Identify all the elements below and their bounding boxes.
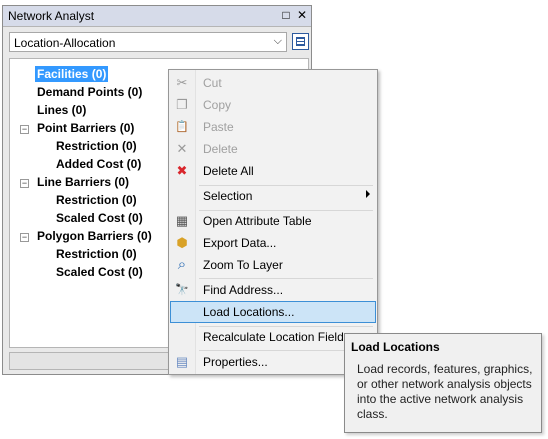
binoculars-icon: 🔭: [175, 284, 189, 296]
menu-item-zoom-to-layer[interactable]: ⌕ Zoom To Layer: [170, 254, 376, 276]
zoom-icon: ⌕: [177, 256, 187, 273]
menu-item-label: Find Address...: [203, 283, 284, 297]
tree-item-line-scaled-cost[interactable]: Scaled Cost (0): [56, 210, 143, 226]
tree-item-lines[interactable]: Lines (0): [37, 102, 86, 118]
export-icon: ⬢: [176, 235, 188, 250]
menu-item-label: Zoom To Layer: [203, 258, 283, 272]
tree-item-line-barriers[interactable]: Line Barriers (0): [37, 174, 129, 190]
menu-item-cut[interactable]: ✂ Cut: [170, 72, 376, 94]
cut-icon: ✂: [176, 75, 188, 90]
collapse-point-barriers-icon[interactable]: −: [20, 125, 29, 134]
tree-item-demand-points[interactable]: Demand Points (0): [37, 84, 142, 100]
close-icon[interactable]: ✕: [295, 8, 309, 22]
collapse-line-barriers-icon[interactable]: −: [20, 179, 29, 188]
tooltip-title: Load Locations: [351, 340, 440, 354]
delete-icon: ✕: [176, 141, 188, 156]
tree-item-point-added-cost[interactable]: Added Cost (0): [56, 156, 141, 172]
chevron-down-icon: ⌵: [273, 35, 282, 47]
menu-item-load-locations[interactable]: Load Locations...: [170, 301, 376, 323]
menu-item-label: Load Locations...: [203, 305, 295, 319]
window-title-bar[interactable]: Network Analyst □ ✕: [3, 6, 311, 27]
table-icon: ▦: [175, 213, 189, 228]
analysis-properties-button[interactable]: [292, 33, 309, 50]
load-locations-tooltip: Load Locations Load records, features, g…: [344, 333, 542, 433]
submenu-arrow-icon: [366, 190, 370, 198]
menu-item-open-attribute-table[interactable]: ▦ Open Attribute Table: [170, 210, 376, 232]
menu-item-label: Properties...: [203, 355, 268, 369]
menu-item-label: Recalculate Location Fields: [203, 330, 350, 344]
tree-item-point-barriers[interactable]: Point Barriers (0): [37, 120, 134, 136]
analysis-layer-select[interactable]: Location-Allocation ⌵: [9, 32, 287, 52]
menu-item-label: Delete: [203, 142, 238, 156]
menu-item-find-address[interactable]: 🔭 Find Address...: [170, 279, 376, 301]
tooltip-body: Load records, features, graphics, or oth…: [357, 362, 533, 421]
menu-item-label: Cut: [203, 76, 222, 90]
tree-item-polygon-restriction[interactable]: Restriction (0): [56, 246, 137, 262]
menu-item-label: Selection: [203, 189, 253, 203]
restore-icon[interactable]: □: [279, 8, 293, 22]
tree-item-polygon-scaled-cost[interactable]: Scaled Cost (0): [56, 264, 143, 280]
tree-item-point-restriction[interactable]: Restriction (0): [56, 138, 137, 154]
window-title: Network Analyst: [8, 9, 95, 23]
menu-item-copy[interactable]: ❐ Copy: [170, 94, 376, 116]
tree-item-facilities[interactable]: Facilities (0): [35, 66, 109, 82]
menu-item-label: Export Data...: [203, 236, 277, 250]
context-menu: ✂ Cut ❐ Copy 📋 Paste ✕ Delete ✖ Delete A…: [168, 69, 378, 375]
menu-item-label: Open Attribute Table: [203, 214, 312, 228]
tree-item-polygon-barriers[interactable]: Polygon Barriers (0): [37, 228, 152, 244]
menu-item-delete-all[interactable]: ✖ Delete All: [170, 160, 376, 182]
menu-item-label: Copy: [203, 98, 232, 112]
copy-icon: ❐: [176, 97, 188, 112]
menu-item-selection[interactable]: Selection: [170, 185, 376, 207]
collapse-polygon-barriers-icon[interactable]: −: [20, 233, 29, 242]
menu-item-paste[interactable]: 📋 Paste: [170, 116, 376, 138]
delete-all-icon: ✖: [176, 163, 188, 178]
menu-item-label: Paste: [203, 120, 234, 134]
selected-layer-value: Location-Allocation: [14, 36, 116, 50]
tree-item-line-restriction[interactable]: Restriction (0): [56, 192, 137, 208]
menu-item-export-data[interactable]: ⬢ Export Data...: [170, 232, 376, 254]
menu-item-label: Delete All: [203, 164, 254, 178]
paste-icon: 📋: [175, 121, 189, 133]
properties-icon: ▤: [175, 354, 189, 369]
menu-item-delete[interactable]: ✕ Delete: [170, 138, 376, 160]
